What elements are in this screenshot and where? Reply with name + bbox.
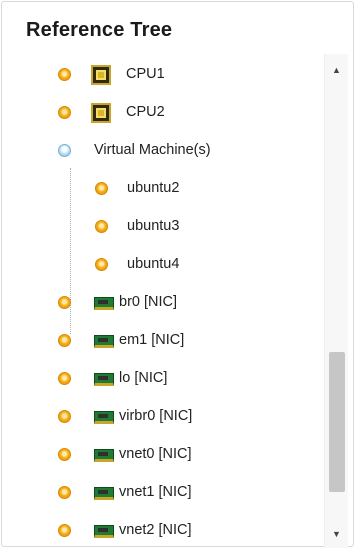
tree-bullet-icon [58,372,71,385]
scroll-down-arrow-icon[interactable]: ▼ [332,530,341,539]
scroll-up-arrow-icon[interactable]: ▲ [332,66,341,75]
tree-node-vnet2[interactable]: vnet2 [NIC] [2,516,322,546]
network-card-icon [94,373,114,386]
tree-node-label: vnet1 [NIC] [119,484,192,500]
tree-node-label: em1 [NIC] [119,332,185,348]
tree-node-label: Virtual Machine(s) [94,142,211,158]
tree-node-ubuntu2[interactable]: ubuntu2 [2,174,322,204]
tree-node-label: br0 [NIC] [119,294,178,310]
expand-toggle-icon[interactable] [58,144,71,157]
tree-node-label: CPU2 [126,104,165,120]
tree-bullet-icon [58,334,71,347]
tree-node-label: virbr0 [NIC] [119,408,193,424]
tree-bullet-icon [58,524,71,537]
tree-node-label: CPU1 [126,66,165,82]
tree-view[interactable]: CPU1 CPU2 Virtual Machine(s) ubuntu2 ubu… [2,54,324,548]
tree-node-vnet1[interactable]: vnet1 [NIC] [2,478,322,508]
tree-node-label: vnet0 [NIC] [119,446,192,462]
tree-bullet-icon [58,486,71,499]
tree-bullet-icon [58,448,71,461]
network-card-icon [94,335,114,348]
tree-node-em1[interactable]: em1 [NIC] [2,326,322,356]
tree-node-virbr0[interactable]: virbr0 [NIC] [2,402,322,432]
network-card-icon [94,449,114,462]
cpu-chip-icon [91,65,111,85]
cpu-chip-icon [91,103,111,123]
network-card-icon [94,297,114,310]
tree-bullet-icon [95,220,108,233]
tree-node-ubuntu3[interactable]: ubuntu3 [2,212,322,242]
reference-tree-panel: Reference Tree CPU1 CPU2 Virtual Machine… [1,1,354,548]
tree-bullet-icon [95,182,108,195]
network-card-icon [94,525,114,538]
tree-node-virtual-machines[interactable]: Virtual Machine(s) [2,136,322,166]
tree-bullet-icon [58,106,71,119]
tree-node-cpu1[interactable]: CPU1 [2,60,322,90]
tree-bullet-icon [95,258,108,271]
tree-node-label: ubuntu3 [127,218,180,234]
network-card-icon [94,487,114,500]
tree-node-label: lo [NIC] [119,370,168,386]
scrollbar-thumb[interactable] [329,352,345,492]
network-card-icon [94,411,114,424]
tree-node-label: vnet2 [NIC] [119,522,192,538]
tree-bullet-icon [58,296,71,309]
tree-bullet-icon [58,68,71,81]
tree-node-lo[interactable]: lo [NIC] [2,364,322,394]
tree-node-ubuntu4[interactable]: ubuntu4 [2,250,322,280]
tree-node-label: ubuntu2 [127,180,180,196]
tree-node-cpu2[interactable]: CPU2 [2,98,322,128]
tree-node-br0[interactable]: br0 [NIC] [2,288,322,318]
panel-title: Reference Tree [26,19,173,41]
tree-node-vnet0[interactable]: vnet0 [NIC] [2,440,322,470]
vertical-scrollbar[interactable]: ▲ ▼ [324,54,348,548]
tree-bullet-icon [58,410,71,423]
tree-node-label: ubuntu4 [127,256,180,272]
